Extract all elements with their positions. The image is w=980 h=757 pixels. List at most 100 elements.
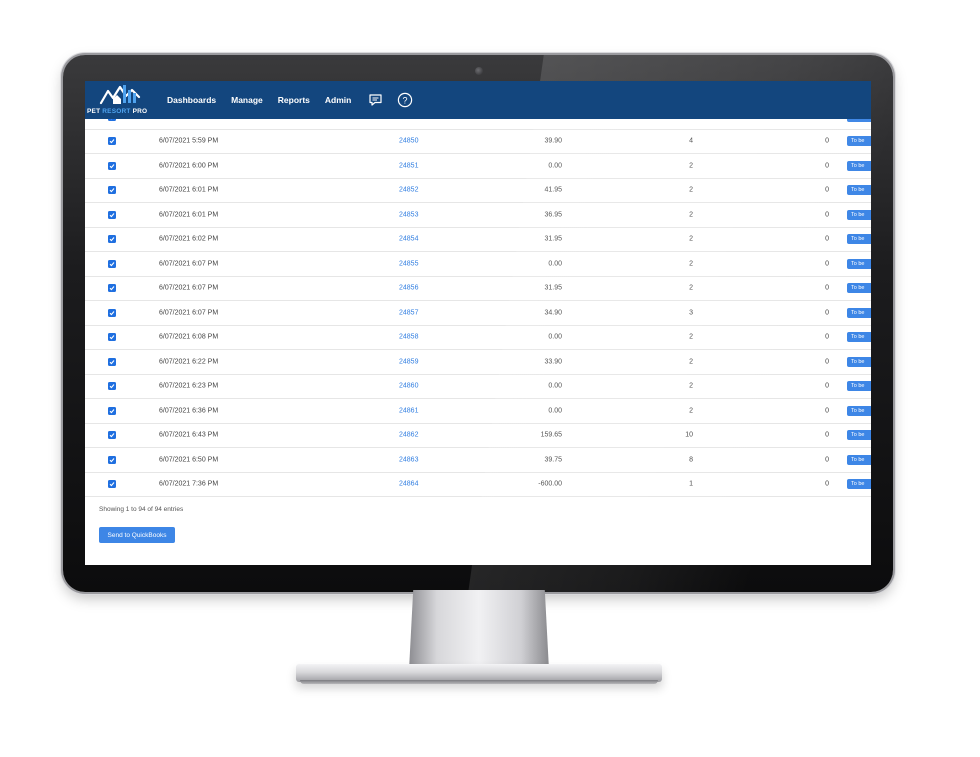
- row-date: 6/07/2021 6:08 PM: [159, 333, 219, 341]
- row-id-link[interactable]: 24852: [399, 187, 418, 194]
- row-id-link[interactable]: 24849: [399, 119, 418, 120]
- row-count: 0: [825, 186, 829, 194]
- row-id-link[interactable]: 24859: [399, 358, 418, 365]
- row-checkbox[interactable]: [108, 210, 116, 219]
- row-status-badge[interactable]: To be: [847, 479, 871, 490]
- logo[interactable]: PET RESORT PRO: [85, 81, 163, 119]
- help-icon[interactable]: ?: [396, 91, 414, 109]
- send-to-quickbooks-button[interactable]: Send to QuickBooks: [99, 527, 175, 543]
- row-checkbox[interactable]: [108, 284, 116, 293]
- row-quantity: 4: [689, 137, 693, 145]
- transactions-table[interactable]: 6/07/2021 5:59 PM248493.9540To be6/07/20…: [85, 119, 871, 499]
- row-date: 6/07/2021 6:50 PM: [159, 456, 219, 464]
- row-checkbox[interactable]: [108, 259, 116, 268]
- table-row[interactable]: 6/07/2021 6:01 PM 24852 41.95 2 0 To be: [85, 179, 871, 203]
- table-row[interactable]: 6/07/2021 6:01 PM 24853 36.95 2 0 To be: [85, 203, 871, 228]
- row-date: 6/07/2021 6:01 PM: [159, 211, 219, 219]
- row-id-link[interactable]: 24853: [399, 211, 418, 218]
- row-quantity: 2: [689, 186, 693, 194]
- row-checkbox[interactable]: [108, 431, 116, 440]
- row-status-badge[interactable]: To be: [847, 454, 871, 465]
- table-row[interactable]: 6/07/2021 5:59 PM 24849 3.95 4 0 To be: [85, 119, 871, 130]
- row-date: 6/07/2021 6:02 PM: [159, 235, 219, 243]
- row-status-badge[interactable]: To be: [847, 405, 871, 416]
- row-status-badge[interactable]: To be: [847, 119, 871, 122]
- row-count: 0: [825, 284, 829, 292]
- row-id-link[interactable]: 24854: [399, 236, 418, 243]
- row-id-link[interactable]: 24861: [399, 407, 418, 414]
- row-status-badge[interactable]: To be: [847, 136, 871, 147]
- row-amount: 39.90: [544, 137, 562, 145]
- row-id-link[interactable]: 24863: [399, 456, 418, 463]
- row-status-badge[interactable]: To be: [847, 307, 871, 318]
- row-id-link[interactable]: 24851: [399, 162, 418, 169]
- row-checkbox[interactable]: [108, 357, 116, 366]
- row-count: 0: [825, 456, 829, 464]
- row-checkbox[interactable]: [108, 333, 116, 342]
- table-row[interactable]: 6/07/2021 6:07 PM 24855 0.00 2 0 To be: [85, 252, 871, 277]
- row-id-link[interactable]: 24856: [399, 285, 418, 292]
- table-row[interactable]: 6/07/2021 6:50 PM 24863 39.75 8 0 To be: [85, 448, 871, 473]
- row-checkbox[interactable]: [108, 308, 116, 317]
- table-row[interactable]: 6/07/2021 6:36 PM 24861 0.00 2 0 To be: [85, 399, 871, 424]
- row-quantity: 4: [689, 119, 693, 120]
- chat-icon[interactable]: [366, 91, 384, 109]
- row-id-link[interactable]: 24855: [399, 260, 418, 267]
- row-date: 6/07/2021 7:36 PM: [159, 480, 219, 488]
- nav-admin[interactable]: Admin: [325, 95, 351, 105]
- table-row[interactable]: 6/07/2021 6:02 PM 24854 31.95 2 0 To be: [85, 228, 871, 252]
- table-row[interactable]: 6/07/2021 5:59 PM 24850 39.90 4 0 To be: [85, 130, 871, 154]
- row-id-link[interactable]: 24857: [399, 309, 418, 316]
- row-checkbox[interactable]: [108, 382, 116, 391]
- row-date: 6/07/2021 6:01 PM: [159, 186, 219, 194]
- row-checkbox[interactable]: [108, 161, 116, 170]
- row-quantity: 8: [689, 456, 693, 464]
- row-status-badge[interactable]: To be: [847, 356, 871, 367]
- row-status-badge[interactable]: To be: [847, 234, 871, 245]
- table-row[interactable]: 6/07/2021 6:43 PM 24862 159.65 10 0 To be: [85, 424, 871, 448]
- row-count: 0: [825, 431, 829, 439]
- row-id-link[interactable]: 24864: [399, 481, 418, 488]
- row-id-link[interactable]: 24850: [399, 138, 418, 145]
- table-row[interactable]: 6/07/2021 6:07 PM 24857 34.90 3 0 To be: [85, 301, 871, 326]
- row-status-badge[interactable]: To be: [847, 185, 871, 196]
- table-row[interactable]: 6/07/2021 6:08 PM 24858 0.00 2 0 To be: [85, 326, 871, 350]
- row-checkbox[interactable]: [108, 480, 116, 489]
- row-amount: 0.00: [548, 162, 562, 170]
- row-status-badge[interactable]: To be: [847, 332, 871, 343]
- row-status-badge[interactable]: To be: [847, 283, 871, 294]
- nav-reports[interactable]: Reports: [278, 95, 310, 105]
- logo-word-3: PRO: [132, 108, 148, 115]
- row-checkbox[interactable]: [108, 137, 116, 146]
- row-status-badge[interactable]: To be: [847, 430, 871, 441]
- nav-manage[interactable]: Manage: [231, 95, 263, 105]
- row-checkbox[interactable]: [108, 119, 116, 121]
- row-date: 6/07/2021 5:59 PM: [159, 137, 219, 145]
- row-status-badge[interactable]: To be: [847, 160, 871, 171]
- row-checkbox[interactable]: [108, 186, 116, 195]
- logo-mark-icon: [99, 85, 141, 105]
- table-row[interactable]: 6/07/2021 6:22 PM 24859 33.90 2 0 To be: [85, 350, 871, 375]
- row-checkbox[interactable]: [108, 406, 116, 415]
- table-row[interactable]: 6/07/2021 6:00 PM 24851 0.00 2 0 To be: [85, 154, 871, 179]
- row-id-link[interactable]: 24862: [399, 432, 418, 439]
- nav-dashboards[interactable]: Dashboards: [167, 95, 216, 105]
- row-status-badge[interactable]: To be: [847, 258, 871, 269]
- table-row[interactable]: 6/07/2021 6:07 PM 24856 31.95 2 0 To be: [85, 277, 871, 301]
- row-status-badge[interactable]: To be: [847, 381, 871, 392]
- row-date: 6/07/2021 6:36 PM: [159, 407, 219, 415]
- row-quantity: 2: [689, 382, 693, 390]
- row-count: 0: [825, 119, 829, 120]
- row-checkbox[interactable]: [108, 235, 116, 244]
- row-id-link[interactable]: 24858: [399, 334, 418, 341]
- table-row[interactable]: 6/07/2021 6:23 PM 24860 0.00 2 0 To be: [85, 375, 871, 399]
- camera-icon: [475, 67, 483, 75]
- row-checkbox[interactable]: [108, 455, 116, 464]
- row-status-badge[interactable]: To be: [847, 209, 871, 220]
- row-count: 0: [825, 162, 829, 170]
- row-amount: 159.65: [540, 431, 562, 439]
- row-id-link[interactable]: 24860: [399, 383, 418, 390]
- row-amount: 0.00: [548, 407, 562, 415]
- table-row[interactable]: 6/07/2021 7:36 PM 24864 -600.00 1 0 To be: [85, 473, 871, 497]
- row-date: 6/07/2021 6:23 PM: [159, 382, 219, 390]
